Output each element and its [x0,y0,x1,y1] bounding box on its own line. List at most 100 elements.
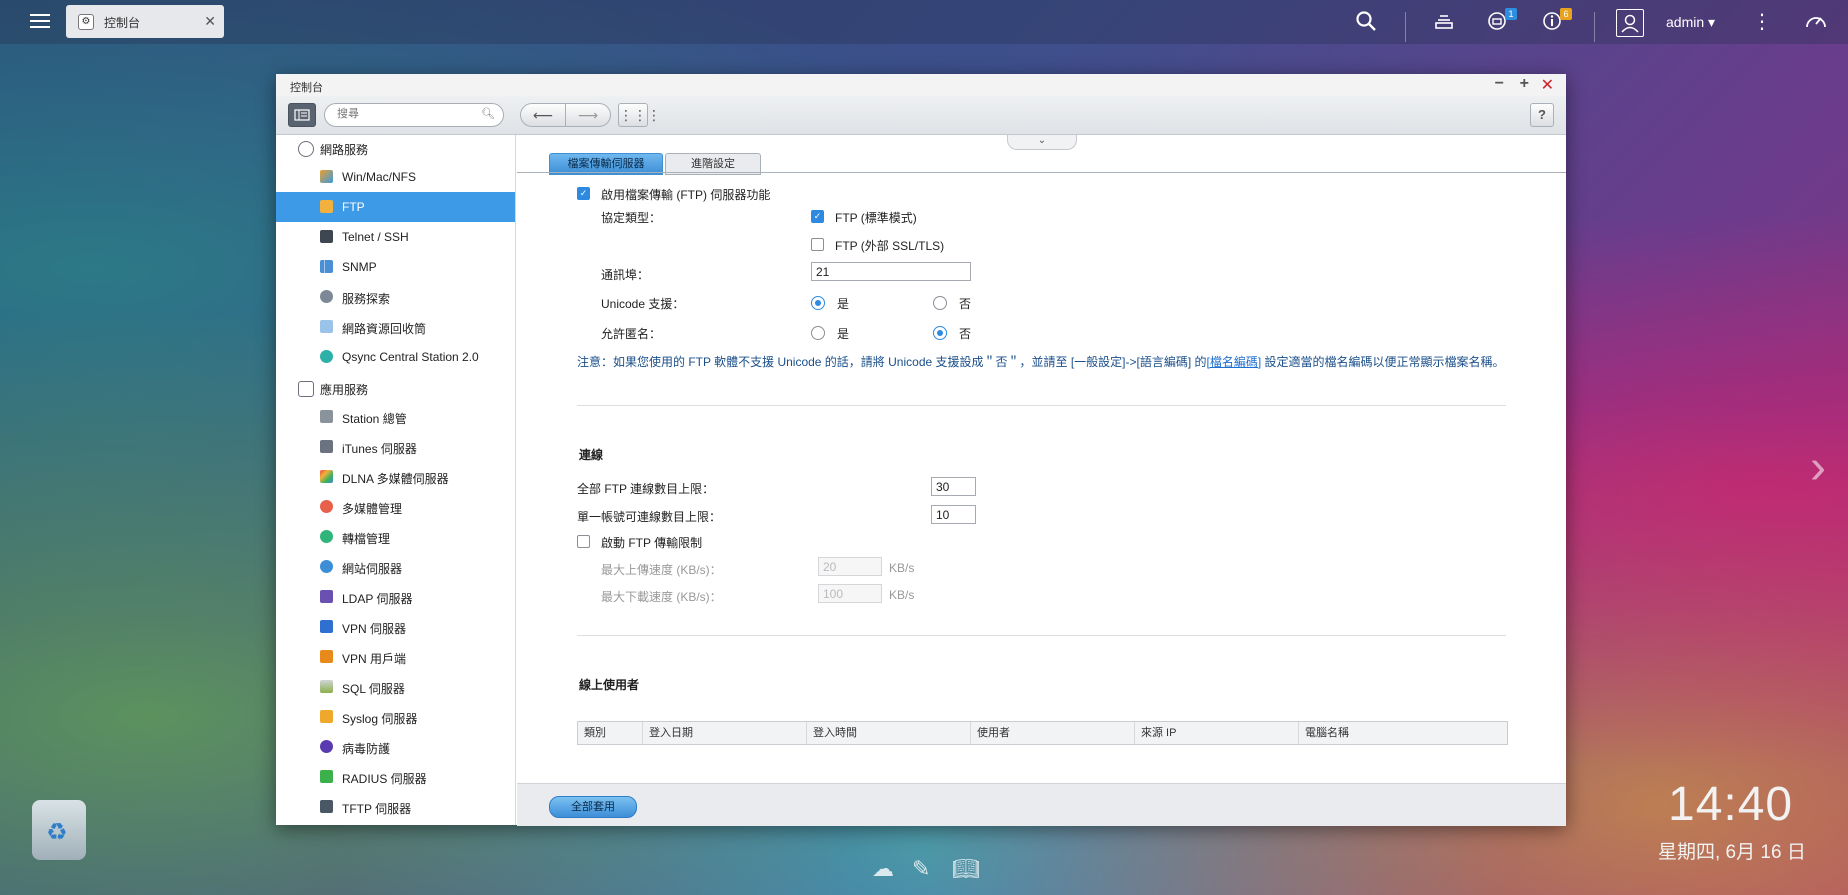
sidebar-item-label: 服務探索 [342,292,391,306]
collapse-panel-button[interactable]: ⌄ [1007,135,1077,150]
close-window-icon[interactable]: ✕ [1541,75,1554,95]
next-page-icon[interactable]: › [1810,440,1826,495]
tools-icon[interactable]: ✎ [912,856,930,882]
sidebar-item-tftp[interactable]: TFTP 伺服器 [276,792,515,822]
search-icon[interactable] [1354,10,1378,34]
sidebar-item-label: 病毒防護 [342,742,391,756]
dashboard-icon[interactable] [1804,10,1828,34]
external-device-icon[interactable]: 1 [1485,8,1517,34]
tftp-icon [320,800,333,813]
chevron-down-icon: ⌄ [1037,135,1047,146]
maximize-icon[interactable]: + [1520,75,1529,93]
sidebar-item-qsync[interactable]: Qsync Central Station 2.0 [276,342,515,372]
column-header[interactable]: 電腦名稱 [1299,722,1505,744]
sidebar-item-network-recycle[interactable]: 網路資源回收筒 [276,312,515,342]
port-input[interactable]: 21 [811,262,971,281]
sidebar: 網路服務 Win/Mac/NFS FTP Telnet / SSH SNMP 服… [276,135,516,825]
column-header[interactable]: 登入時間 [807,722,971,744]
sidebar-item-label: 網站伺服器 [342,562,403,576]
sidebar-item-sql[interactable]: SQL 伺服器 [276,672,515,702]
sidebar-group-label: 應用服務 [320,383,369,397]
sidebar-item-antivirus[interactable]: 病毒防護 [276,732,515,762]
main-menu-icon[interactable] [30,10,50,28]
close-icon[interactable]: ✕ [204,13,216,30]
transfer-limit-checkbox[interactable] [577,535,590,548]
tab-divider [517,172,1566,173]
column-header[interactable]: 類別 [578,722,643,744]
column-header[interactable]: 使用者 [971,722,1135,744]
discovery-icon [320,290,333,303]
total-connections-input[interactable]: 30 [931,477,976,496]
sidebar-item-vpn-client[interactable]: VPN 用戶端 [276,642,515,672]
sidebar-item-multimedia[interactable]: 多媒體管理 [276,492,515,522]
max-upload-input[interactable]: 20 [818,557,882,576]
sidebar-toggle-button[interactable] [288,103,316,127]
forward-button[interactable]: ⟶ [565,103,611,127]
user-menu[interactable]: admin ▾ [1666,14,1715,31]
column-header[interactable]: 來源 IP [1135,722,1299,744]
back-button[interactable]: ⟵ [520,103,566,127]
protocol-ftp-checkbox[interactable]: ✓ [811,210,824,223]
unicode-yes-radio[interactable] [811,296,825,310]
max-download-label: 最大下載速度 (KB/s)： [601,590,722,604]
max-download-input[interactable]: 100 [818,584,882,603]
desktop-date: 星期四, 6月 16 日 [1658,842,1806,863]
sidebar-item-label: Qsync Central Station 2.0 [342,350,479,364]
window-footer: 全部套用 [517,783,1566,826]
sidebar-item-station[interactable]: Station 總管 [276,402,515,432]
column-header[interactable]: 登入日期 [643,722,807,744]
apply-all-button[interactable]: 全部套用 [549,796,637,818]
transfer-limit-label: 啟動 FTP 傳輸限制 [601,536,703,550]
sidebar-item-label: 網路資源回收筒 [342,322,427,336]
enable-ftp-label: 啟用檔案傳輸 (FTP) 伺服器功能 [601,188,771,202]
help-button[interactable]: ? [1530,103,1554,127]
search-field[interactable]: 🔍︎ [324,103,504,127]
per-account-input[interactable]: 10 [931,505,976,524]
recycle-bin-icon[interactable]: ♻ [32,800,86,860]
sidebar-item-label: DLNA 多媒體伺服器 [342,472,449,486]
background-tasks-icon[interactable] [1432,10,1456,34]
sidebar-group-network[interactable]: 網路服務 [298,141,368,158]
user-avatar-icon[interactable] [1616,9,1644,37]
protocol-label: 協定類型： [601,211,662,225]
minimize-icon[interactable]: − [1495,75,1504,93]
search-input[interactable] [335,107,479,121]
sidebar-item-discovery[interactable]: 服務探索 [276,282,515,312]
filename-encoding-link[interactable]: [檔名編碼] [1207,355,1262,369]
qsync-icon [320,350,333,363]
cloud-icon[interactable]: ☁ [872,856,894,882]
sidebar-item-itunes[interactable]: iTunes 伺服器 [276,432,515,462]
sidebar-item-label: FTP [342,200,365,214]
apps-grid-button[interactable]: ⋮⋮⋮ [618,103,661,127]
sidebar-item-syslog[interactable]: Syslog 伺服器 [276,702,515,732]
unicode-no-radio[interactable] [933,296,947,310]
sidebar-item-transcode[interactable]: 轉檔管理 [276,522,515,552]
sidebar-item-label: VPN 用戶端 [342,652,407,666]
protocol-ssl-checkbox[interactable] [811,238,824,251]
sidebar-item-ldap[interactable]: LDAP 伺服器 [276,582,515,612]
sidebar-group-apps[interactable]: 應用服務 [298,381,368,398]
taskbar-tab-control-panel[interactable]: ⚙ 控制台 ✕ [66,5,224,38]
search-icon[interactable]: 🔍︎ [481,107,495,120]
sidebar-group-label: 網路服務 [320,143,369,157]
sidebar-item-label: Syslog 伺服器 [342,712,418,726]
sidebar-item-dlna[interactable]: DLNA 多媒體伺服器 [276,462,515,492]
sidebar-item-telnet[interactable]: Telnet / SSH [276,222,515,252]
vpn-client-icon [320,650,333,663]
anonymous-yes-radio[interactable] [811,326,825,340]
notification-icon[interactable]: 6 [1540,8,1572,34]
book-icon[interactable]: 📖︎ [952,856,980,882]
snmp-icon [320,260,333,273]
anonymous-no-radio[interactable] [933,326,947,340]
sidebar-item-winmac[interactable]: Win/Mac/NFS [276,162,515,192]
sidebar-item-radius[interactable]: RADIUS 伺服器 [276,762,515,792]
enable-ftp-checkbox[interactable]: ✓ [577,187,590,200]
sidebar-item-vpn-server[interactable]: VPN 伺服器 [276,612,515,642]
sidebar-item-snmp[interactable]: SNMP [276,252,515,282]
ldap-icon [320,590,333,603]
section-divider [577,405,1506,406]
sidebar-item-label: 多媒體管理 [342,502,403,516]
more-options-icon[interactable]: ⋮ [1750,10,1774,34]
sidebar-item-ftp[interactable]: FTP [276,192,515,222]
sidebar-item-web-server[interactable]: 網站伺服器 [276,552,515,582]
